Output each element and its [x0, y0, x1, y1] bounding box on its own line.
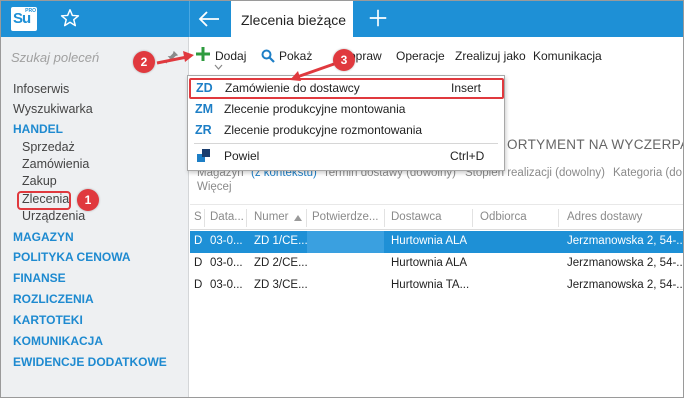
- back-arrow-icon[interactable]: [197, 7, 221, 31]
- cell-data: 03-0...: [210, 257, 243, 269]
- cell-numer: ZD 1/CE...: [254, 235, 308, 247]
- sidebar-category-finanse[interactable]: FINANSE: [13, 271, 66, 285]
- column-separator: [558, 209, 559, 227]
- cell-numer: ZD 3/CE...: [254, 279, 308, 291]
- add-dropdown-menu: ZD Zamówienie do dostawcy Insert ZM Zlec…: [187, 75, 505, 171]
- cell-adres: Jerzmanowska 2, 54-...: [567, 279, 684, 291]
- menu-item-label: Zlecenie produkcyjne rozmontowania: [224, 123, 423, 137]
- star-icon[interactable]: [59, 7, 81, 29]
- column-header-data[interactable]: Data...: [210, 211, 244, 223]
- tab-label: Zlecenia bieżące: [241, 12, 347, 28]
- sidebar-category-ewidencje-dodatkowe[interactable]: EWIDENCJE DODATKOWE: [13, 355, 167, 369]
- step-badge-2: 2: [133, 51, 155, 73]
- column-header-dostawca[interactable]: Dostawca: [391, 211, 442, 223]
- menu-item-label: Powiel: [224, 149, 260, 163]
- column-header-adres-dostawy[interactable]: Adres dostawy: [567, 211, 642, 223]
- sidebar-category-rozliczenia[interactable]: ROZLICZENIA: [13, 292, 94, 306]
- search-input[interactable]: Szukaj poleceń: [11, 50, 99, 65]
- cell-s: D: [194, 235, 203, 247]
- sidebar-category-handel[interactable]: HANDEL: [13, 122, 63, 136]
- table-row[interactable]: D 03-0... ZD 2/CE... Hurtownia ALA Jerzm…: [190, 253, 684, 275]
- search-icon[interactable]: [261, 49, 275, 63]
- filter-kategoria[interactable]: Kategoria (do: [613, 166, 682, 180]
- column-separator: [246, 209, 247, 227]
- cell-potwierdzenie: [307, 231, 384, 253]
- sidebar-item-wyszukiwarka[interactable]: Wyszukiwarka: [13, 102, 93, 116]
- sidebar-category-komunikacja[interactable]: KOMUNIKACJA: [13, 334, 103, 348]
- operations-button[interactable]: Operacje: [396, 49, 445, 63]
- menu-item-shortcut: Insert: [451, 81, 482, 95]
- menu-item-zlecenie-montowania[interactable]: ZM Zlecenie produkcyjne montowania: [188, 99, 504, 120]
- sidebar-item-sprzedaz[interactable]: Sprzedaż: [22, 140, 75, 154]
- toolbar: Dodaj Pokaż Popraw Operacje Zrealizuj ja…: [190, 37, 683, 75]
- sidebar: Szukaj poleceń Infoserwis Wyszukiwarka H…: [1, 37, 189, 397]
- column-header-numer[interactable]: Numer: [254, 211, 289, 223]
- cell-numer: ZD 2/CE...: [254, 257, 308, 269]
- cell-s: D: [194, 257, 203, 269]
- section-title: ORTYMENT NA WYCZERPANIU: [507, 137, 683, 152]
- new-tab-plus-icon[interactable]: [367, 7, 389, 29]
- column-header-s[interactable]: S: [194, 211, 202, 223]
- plus-icon[interactable]: [196, 47, 210, 61]
- cell-s: D: [194, 279, 203, 291]
- menu-separator: [194, 143, 498, 144]
- step-badge-3: 3: [333, 49, 355, 71]
- filter-more[interactable]: Więcej: [197, 180, 232, 194]
- menu-item-powiel[interactable]: Powiel Ctrl+D: [188, 146, 504, 167]
- add-button[interactable]: Dodaj: [215, 49, 246, 63]
- column-separator: [384, 209, 385, 227]
- sidebar-item-urzadzenia[interactable]: Urządzenia: [22, 209, 85, 223]
- communication-button[interactable]: Komunikacja: [533, 49, 602, 63]
- topbar-separator: [189, 1, 190, 37]
- column-separator: [306, 209, 307, 227]
- menu-item-label: Zamówienie do dostawcy: [225, 81, 360, 95]
- sidebar-category-kartoteki[interactable]: KARTOTEKI: [13, 313, 83, 327]
- column-header-potwierdzenie[interactable]: Potwierdze...: [312, 211, 378, 223]
- menu-item-code: ZR: [195, 123, 212, 137]
- command-search[interactable]: Szukaj poleceń: [1, 37, 189, 77]
- top-bar: Su PRO Zlecenia bieżące: [1, 1, 683, 37]
- app-window: Su PRO Zlecenia bieżące Szukaj poleceń I…: [0, 0, 684, 398]
- pin-icon[interactable]: [165, 50, 179, 64]
- cell-dostawca: Hurtownia TA...: [391, 279, 470, 291]
- show-button[interactable]: Pokaż: [279, 49, 312, 63]
- chevron-down-icon[interactable]: [214, 64, 223, 70]
- cell-dostawca: Hurtownia ALA: [391, 257, 468, 269]
- highlight-zlecenia: [17, 191, 71, 210]
- cell-data: 03-0...: [210, 235, 243, 247]
- logo-superscript: PRO: [25, 8, 36, 14]
- cell-data: 03-0...: [210, 279, 243, 291]
- cell-dostawca: Hurtownia ALA: [391, 235, 468, 247]
- tab-zlecenia-biezace[interactable]: Zlecenia bieżące: [231, 1, 353, 37]
- sort-ascending-icon: [294, 215, 302, 221]
- sidebar-category-polityka-cenowa[interactable]: POLITYKA CENOWA: [13, 250, 131, 264]
- menu-item-shortcut: Ctrl+D: [450, 149, 485, 163]
- menu-item-zamowienie-do-dostawcy[interactable]: ZD Zamówienie do dostawcy Insert: [189, 78, 504, 99]
- menu-item-code: ZD: [196, 81, 213, 95]
- sidebar-item-infoserwis[interactable]: Infoserwis: [13, 82, 69, 96]
- cell-adres: Jerzmanowska 2, 54-...: [567, 235, 684, 247]
- execute-as-button[interactable]: Zrealizuj jako: [455, 49, 526, 63]
- table-row[interactable]: D 03-0... ZD 3/CE... Hurtownia TA... Jer…: [190, 275, 684, 297]
- table-row[interactable]: D 03-0... ZD 1/CE... Hurtownia ALA Jerzm…: [190, 231, 684, 253]
- column-separator: [204, 209, 205, 227]
- menu-item-label: Zlecenie produkcyjne montowania: [224, 102, 406, 116]
- step-badge-1: 1: [77, 189, 99, 211]
- cell-adres: Jerzmanowska 2, 54-...: [567, 257, 684, 269]
- sidebar-category-magazyn[interactable]: MAGAZYN: [13, 230, 74, 244]
- sidebar-item-zakup[interactable]: Zakup: [22, 174, 57, 188]
- table-header: S Data... Numer Potwierdze... Dostawca O…: [190, 204, 683, 230]
- column-separator: [472, 209, 473, 227]
- menu-item-zlecenie-rozmontowania[interactable]: ZR Zlecenie produkcyjne rozmontowania: [188, 120, 504, 141]
- menu-item-code: ZM: [195, 102, 214, 116]
- sidebar-item-zamowienia[interactable]: Zamówienia: [22, 157, 89, 171]
- app-logo[interactable]: Su PRO: [11, 7, 37, 31]
- column-header-odbiorca[interactable]: Odbiorca: [480, 211, 527, 223]
